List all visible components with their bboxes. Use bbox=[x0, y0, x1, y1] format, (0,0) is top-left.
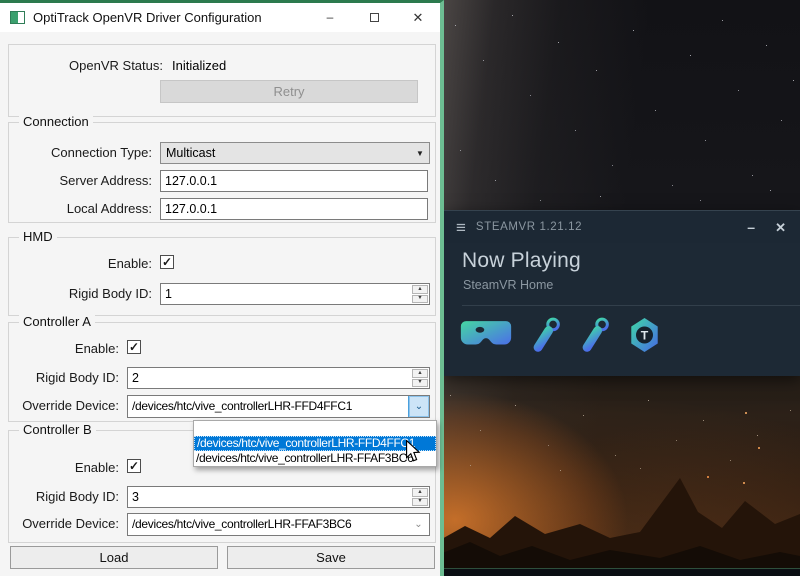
steamvr-title: STEAMVR 1.21.12 bbox=[476, 221, 582, 233]
controller-a-enable-checkbox[interactable]: ✓ bbox=[127, 340, 141, 354]
connection-type-select[interactable]: Multicast ▼ bbox=[160, 142, 430, 164]
headset-icon[interactable] bbox=[460, 320, 512, 350]
window-controls: – ✕ bbox=[308, 3, 440, 32]
controller-a-override-value: /devices/htc/vive_controllerLHR-FFD4FFC1 bbox=[128, 396, 408, 417]
controller-a-id-label: Rigid Body ID: bbox=[9, 370, 119, 385]
menu-icon[interactable]: ≡ bbox=[456, 219, 466, 236]
controller-b-override-label: Override Device: bbox=[9, 516, 119, 531]
minimize-button[interactable]: – bbox=[747, 220, 755, 234]
now-playing-label: Now Playing bbox=[462, 249, 800, 273]
current-app-label: SteamVR Home bbox=[463, 278, 800, 292]
controller-b-override-value: /devices/htc/vive_controllerLHR-FFAF3BC6 bbox=[128, 514, 408, 535]
server-address-label: Server Address: bbox=[9, 173, 152, 188]
spin-up-icon[interactable]: ▲ bbox=[412, 488, 428, 497]
controller-a-group-title: Controller A bbox=[19, 315, 95, 329]
local-address-field-box bbox=[160, 198, 428, 220]
spin-up-icon[interactable]: ▲ bbox=[412, 369, 428, 378]
tracker-icon[interactable]: T bbox=[629, 318, 660, 352]
controller-a-id-spinner: ▲ ▼ bbox=[412, 369, 428, 387]
spin-up-icon[interactable]: ▲ bbox=[412, 285, 428, 294]
controller-a-id-field-box: ▲ ▼ bbox=[127, 367, 430, 389]
controller-a-id-input[interactable] bbox=[128, 368, 429, 388]
server-address-input[interactable] bbox=[161, 171, 427, 191]
app-icon bbox=[10, 11, 25, 24]
controller-b-group-title: Controller B bbox=[19, 423, 96, 437]
dropdown-option-empty[interactable] bbox=[194, 421, 436, 436]
chevron-down-icon[interactable]: ⌄ bbox=[408, 514, 429, 535]
tracker-letter: T bbox=[641, 329, 649, 343]
spin-down-icon[interactable]: ▼ bbox=[412, 379, 428, 388]
controller-b-id-input[interactable] bbox=[128, 487, 429, 507]
optitrack-window: OptiTrack OpenVR Driver Configuration – … bbox=[0, 0, 444, 576]
load-button[interactable]: Load bbox=[10, 546, 218, 569]
spin-down-icon[interactable]: ▼ bbox=[412, 498, 428, 507]
dropdown-option[interactable]: /devices/htc/vive_controllerLHR-FFAF3BC6 bbox=[194, 451, 436, 466]
controller-b-override-combo[interactable]: /devices/htc/vive_controllerLHR-FFAF3BC6… bbox=[127, 513, 430, 536]
override-device-dropdown-list: /devices/htc/vive_controllerLHR-FFD4FFC1… bbox=[193, 420, 437, 467]
device-status-row: T bbox=[444, 317, 800, 353]
dropdown-option-selected[interactable]: /devices/htc/vive_controllerLHR-FFD4FFC1 bbox=[194, 436, 436, 451]
controller-b-id-field-box: ▲ ▼ bbox=[127, 486, 430, 508]
minimize-icon[interactable]: – bbox=[308, 3, 352, 32]
openvr-status-value: Initialized bbox=[172, 58, 226, 73]
connection-type-value: Multicast bbox=[161, 146, 411, 160]
controller-a-override-combo[interactable]: /devices/htc/vive_controllerLHR-FFD4FFC1… bbox=[127, 395, 430, 418]
status-group: OpenVR Status: Initialized Retry bbox=[8, 44, 436, 117]
screen: ≡ STEAMVR 1.21.12 – ✕ Now Playing SteamV… bbox=[0, 0, 800, 576]
controller-a-enable-label: Enable: bbox=[9, 341, 119, 356]
hmd-enable-checkbox[interactable]: ✓ bbox=[160, 255, 174, 269]
controller-icon[interactable] bbox=[580, 317, 610, 353]
mouse-cursor bbox=[406, 440, 422, 464]
hmd-id-label: Rigid Body ID: bbox=[9, 286, 152, 301]
dialog-title: OptiTrack OpenVR Driver Configuration bbox=[33, 10, 262, 25]
screen-bottom-strip bbox=[440, 568, 800, 576]
local-address-input[interactable] bbox=[161, 199, 427, 219]
controller-icon[interactable] bbox=[531, 317, 561, 353]
chevron-down-icon[interactable]: ⌄ bbox=[408, 396, 429, 417]
hmd-id-spinner: ▲ ▼ bbox=[412, 285, 428, 303]
separator bbox=[462, 305, 800, 306]
combo-arrow-icon: ▼ bbox=[411, 149, 429, 158]
openvr-status-label: OpenVR Status: bbox=[17, 58, 163, 73]
connection-type-label: Connection Type: bbox=[9, 145, 152, 160]
connection-group-title: Connection bbox=[19, 115, 93, 129]
connection-group: Connection Connection Type: Multicast ▼ … bbox=[8, 122, 436, 223]
save-button[interactable]: Save bbox=[227, 546, 435, 569]
server-address-field-box bbox=[160, 170, 428, 192]
controller-a-override-label: Override Device: bbox=[9, 398, 119, 413]
spin-down-icon[interactable]: ▼ bbox=[412, 295, 428, 304]
mountains-silhouette bbox=[440, 468, 800, 568]
controller-b-enable-label: Enable: bbox=[9, 460, 119, 475]
controller-b-enable-checkbox[interactable]: ✓ bbox=[127, 459, 141, 473]
retry-button[interactable]: Retry bbox=[160, 80, 418, 103]
hmd-enable-label: Enable: bbox=[9, 256, 152, 271]
close-button[interactable]: ✕ bbox=[775, 221, 786, 234]
steamvr-titlebar[interactable]: ≡ STEAMVR 1.21.12 – ✕ bbox=[444, 211, 800, 243]
controller-b-id-label: Rigid Body ID: bbox=[9, 489, 119, 504]
controller-b-id-spinner: ▲ ▼ bbox=[412, 488, 428, 506]
hmd-group-title: HMD bbox=[19, 230, 57, 244]
steamvr-window: ≡ STEAMVR 1.21.12 – ✕ Now Playing SteamV… bbox=[444, 210, 800, 376]
maximize-box bbox=[370, 13, 379, 22]
controller-a-group: Controller A Enable: ✓ Rigid Body ID: ▲ … bbox=[8, 322, 436, 422]
hmd-group: HMD Enable: ✓ Rigid Body ID: ▲ ▼ bbox=[8, 237, 436, 316]
hmd-id-field-box: ▲ ▼ bbox=[160, 283, 430, 305]
dialog-titlebar[interactable]: OptiTrack OpenVR Driver Configuration – … bbox=[0, 3, 440, 32]
hmd-id-input[interactable] bbox=[161, 284, 429, 304]
maximize-icon[interactable] bbox=[352, 3, 396, 32]
close-icon[interactable]: ✕ bbox=[396, 3, 440, 32]
local-address-label: Local Address: bbox=[9, 201, 152, 216]
